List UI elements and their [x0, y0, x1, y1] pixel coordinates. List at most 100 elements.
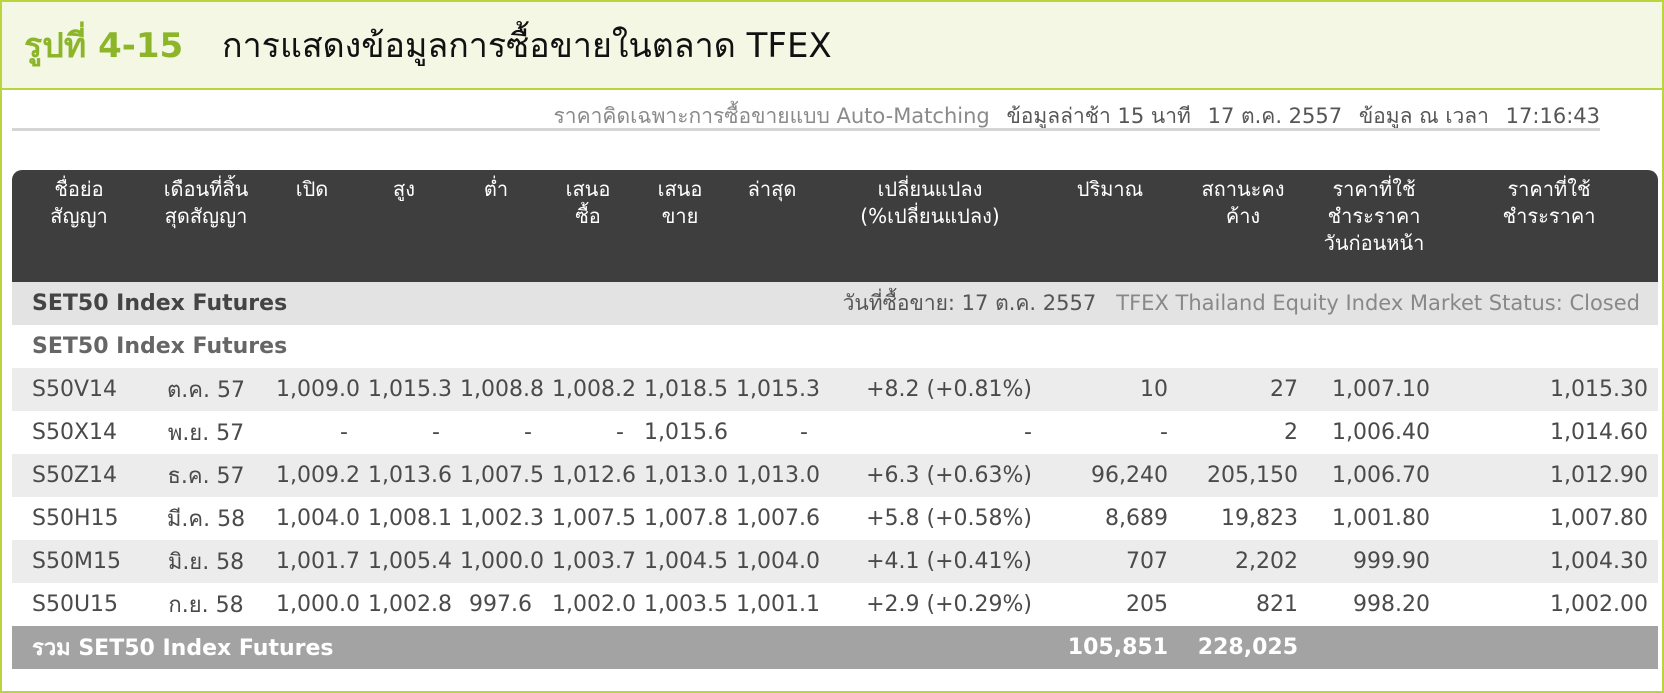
table-cell: 1,000.0	[266, 583, 360, 626]
table-cell: 1,002.3	[450, 497, 544, 540]
table-cell: -	[358, 411, 450, 454]
table-cell: ต.ค. 57	[146, 368, 266, 411]
table-cell: มิ.ย. 58	[146, 540, 266, 583]
table-cell: 1,003.5	[634, 583, 728, 626]
table-cell: 1,013.0	[726, 454, 820, 497]
figure-caption: การแสดงข้อมูลการซื้อขายในตลาด TFEX	[222, 26, 832, 66]
table-cell: 1,004.5	[634, 540, 728, 583]
table-header-row: ชื่อย่อ สัญญา เดือนที่สิ้น สุดสัญญา เปิด สูงต…	[12, 170, 1658, 282]
table-cell: 1,006.40	[1308, 411, 1440, 454]
table-cell: 707	[1042, 540, 1178, 583]
table-cell: 1,007.80	[1440, 497, 1658, 540]
table-cell: 1,007.5	[450, 454, 544, 497]
table-cell: 1,000.0	[450, 540, 544, 583]
table-cell: 1,009.0	[266, 368, 360, 411]
table-cell: 1,008.2	[542, 368, 636, 411]
figure-number: รูปที่ 4-15	[24, 26, 184, 66]
table-cell: 1,012.90	[1440, 454, 1658, 497]
table-cell: 1,003.7	[542, 540, 636, 583]
table-cell: 2	[1178, 411, 1308, 454]
table-cell: ธ.ค. 57	[146, 454, 266, 497]
table-cell: S50U15	[12, 583, 146, 626]
futures-table-container: ชื่อย่อ สัญญา เดือนที่สิ้น สุดสัญญา เปิด สูงต…	[12, 170, 1658, 669]
table-cell: 1,001.1	[726, 583, 820, 626]
table-cell: ก.ย. 58	[146, 583, 266, 626]
table-cell: 10	[1042, 368, 1178, 411]
table-cell: มี.ค. 58	[146, 497, 266, 540]
table-cell: 1,008.1	[358, 497, 452, 540]
table-row: S50Z14 ธ.ค. 57 1,009.2 1,013.6 1,007.5 1,012.…	[12, 454, 1658, 497]
column-header: ต่ำ	[450, 170, 542, 282]
total-row: รวม SET50 Index Futures 105,851 228,025	[12, 626, 1658, 669]
market-status: TFEX Thailand Equity Index Market Status…	[1116, 291, 1640, 315]
table-cell: S50V14	[12, 368, 146, 411]
table-cell: 1,002.00	[1440, 583, 1658, 626]
trade-date: วันที่ซื้อขาย: 17 ต.ค. 2557	[842, 291, 1097, 315]
figure-title: รูปที่ 4-15 การแสดงข้อมูลการซื้อขายในตลา…	[2, 2, 1662, 90]
table-row: S50V14 ต.ค. 57 1,009.0 1,015.3 1,008.8 1,008.…	[12, 368, 1658, 411]
column-header: สูง	[358, 170, 450, 282]
table-cell: 999.90	[1308, 540, 1440, 583]
column-header: เสนอ ขาย	[634, 170, 726, 282]
table-row: S50H15 มี.ค. 58 1,004.0 1,008.1 1,002.3 1,007…	[12, 497, 1658, 540]
time-label: ข้อมูล ณ เวลา	[1358, 104, 1489, 128]
column-header: เปลี่ยนแปลง (%เปลี่ยนแปลง)	[818, 170, 1042, 282]
divider	[12, 128, 1600, 131]
table-cell: 205	[1042, 583, 1178, 626]
table-cell: S50Z14	[12, 454, 146, 497]
table-cell: 1,001.80	[1308, 497, 1440, 540]
table-cell: 1,009.2	[266, 454, 360, 497]
table-cell: 205,150	[1178, 454, 1308, 497]
table-cell: 1,014.60	[1440, 411, 1658, 454]
table-cell: 1,015.3	[358, 368, 452, 411]
table-cell: 1,006.70	[1308, 454, 1440, 497]
table-cell: 19,823	[1178, 497, 1308, 540]
table-cell: -	[266, 411, 358, 454]
table-cell: +2.9 (+0.29%)	[818, 583, 1042, 626]
table-cell: 1,012.6	[542, 454, 636, 497]
column-header: สถานะคง ค้าง	[1178, 170, 1308, 282]
table-cell: 1,007.10	[1308, 368, 1440, 411]
table-cell: -	[818, 411, 1042, 454]
column-header: ราคาที่ใช้ ชำระราคา	[1440, 170, 1658, 282]
table-cell: 1,015.30	[1440, 368, 1658, 411]
table-cell: 1,001.7	[266, 540, 360, 583]
table-cell: 1,007.6	[726, 497, 820, 540]
table-cell: 27	[1178, 368, 1308, 411]
table-cell: +5.8 (+0.58%)	[818, 497, 1042, 540]
table-cell: 1,005.4	[358, 540, 452, 583]
table-cell: 1,008.8	[450, 368, 544, 411]
table-cell: 8,689	[1042, 497, 1178, 540]
column-header: ราคาที่ใช้ ชำระราคา วันก่อนหน้า	[1308, 170, 1440, 282]
total-volume: 105,851	[1042, 626, 1178, 669]
table-cell: 1,015.6	[634, 411, 728, 454]
subgroup-row: SET50 Index Futures	[12, 325, 1658, 368]
price-note: ราคาคิดเฉพาะการซื้อขายแบบ Auto-Matching	[553, 104, 990, 128]
figure-frame: รูปที่ 4-15 การแสดงข้อมูลการซื้อขายในตลา…	[0, 0, 1664, 693]
total-label: รวม SET50 Index Futures	[12, 626, 1042, 669]
table-cell: -	[542, 411, 634, 454]
subgroup-name: SET50 Index Futures	[12, 325, 1658, 368]
table-cell: -	[450, 411, 542, 454]
table-row: S50X14 พ.ย. 57- - - -1,015.6- - -2 1,006.40 1,01…	[12, 411, 1658, 454]
table-cell: +8.2 (+0.81%)	[818, 368, 1042, 411]
table-cell: S50M15	[12, 540, 146, 583]
table-cell: 1,004.30	[1440, 540, 1658, 583]
delay-note: ข้อมูลล่าช้า 15 นาที	[1006, 104, 1191, 128]
table-cell: 1,013.6	[358, 454, 452, 497]
column-header: ปริมาณ	[1042, 170, 1178, 282]
data-time: 17:16:43	[1505, 104, 1600, 128]
table-cell: -	[1042, 411, 1178, 454]
column-header: เปิด	[266, 170, 358, 282]
table-cell: 1,004.0	[726, 540, 820, 583]
column-header: ชื่อย่อ สัญญา	[12, 170, 146, 282]
table-cell: S50H15	[12, 497, 146, 540]
total-open-interest: 228,025	[1178, 626, 1308, 669]
table-cell: 1,002.8	[358, 583, 452, 626]
table-cell: 1,007.5	[542, 497, 636, 540]
table-cell: 2,202	[1178, 540, 1308, 583]
total-empty-cell	[1440, 626, 1658, 669]
table-cell: +6.3 (+0.63%)	[818, 454, 1042, 497]
column-header: เสนอ ซื้อ	[542, 170, 634, 282]
table-row: S50M15 มิ.ย. 58 1,001.7 1,005.4 1,000.0 1,003…	[12, 540, 1658, 583]
